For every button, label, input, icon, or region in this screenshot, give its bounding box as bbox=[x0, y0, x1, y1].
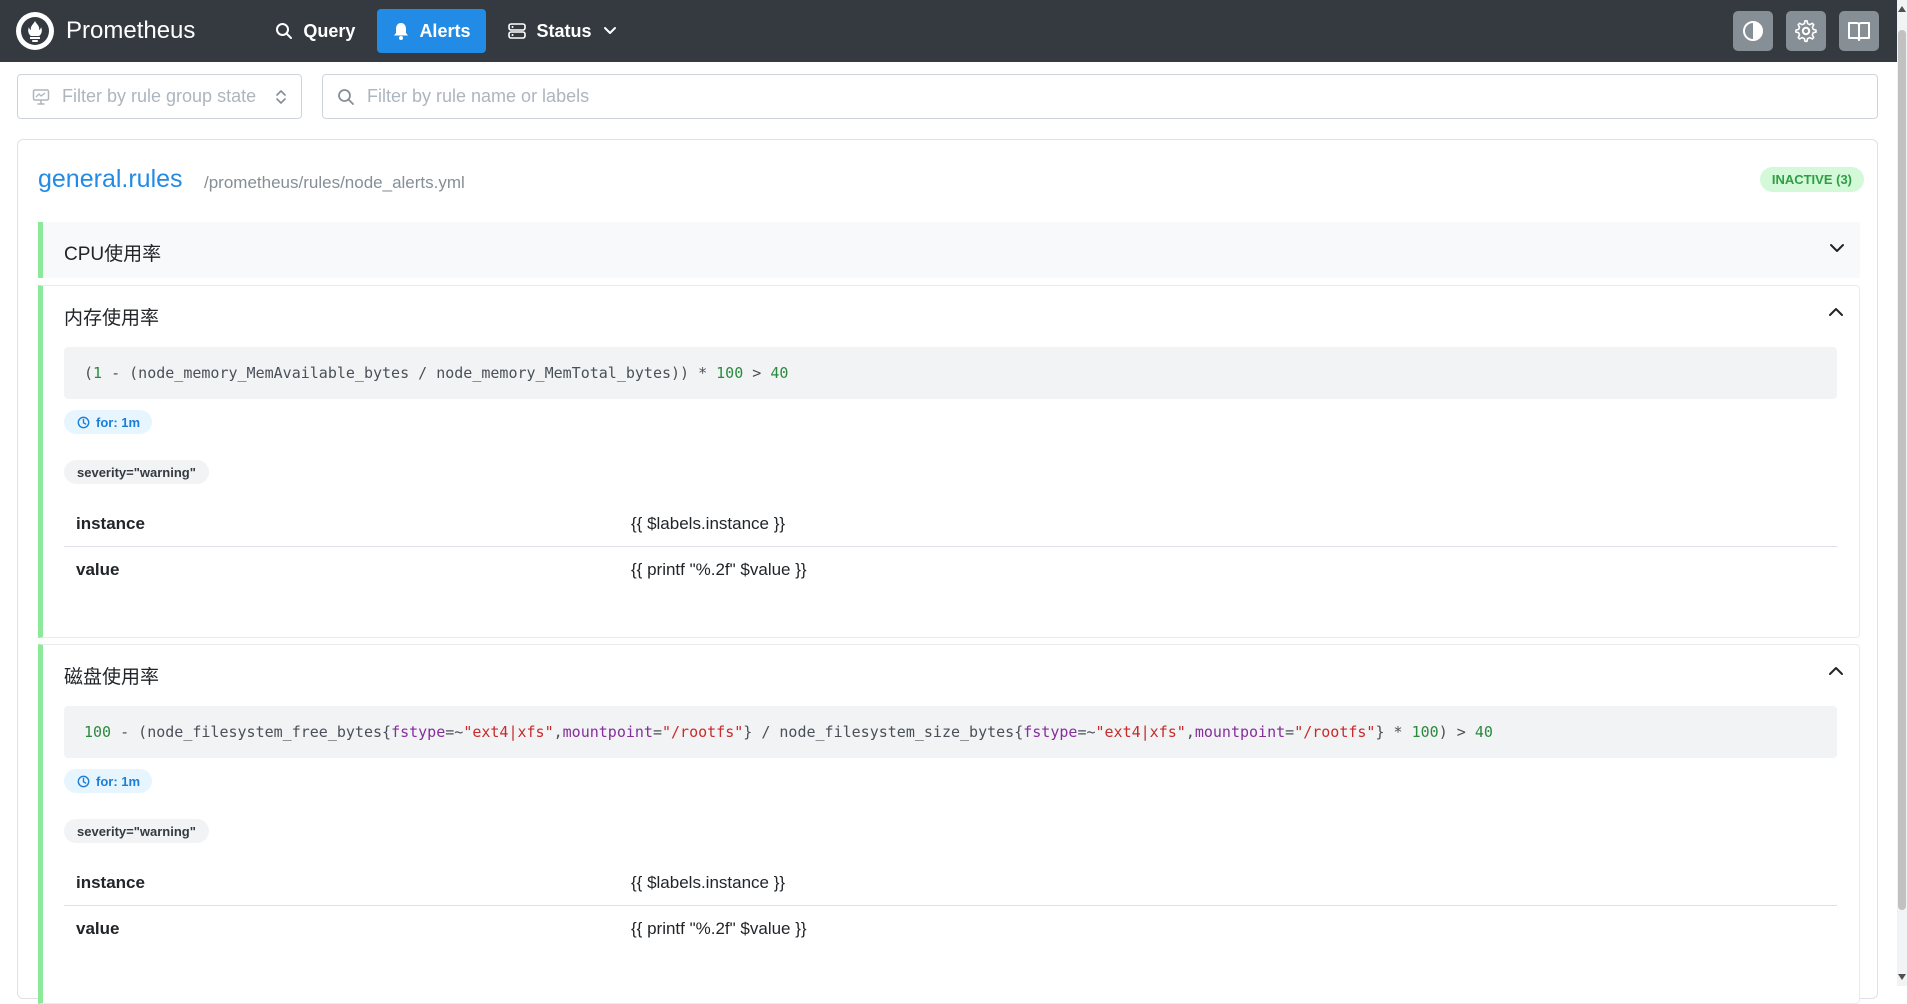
chevron-up-icon[interactable] bbox=[1828, 665, 1844, 677]
rule-item-cpu[interactable]: CPU使用率 bbox=[38, 222, 1860, 278]
for-duration-text: for: 1m bbox=[96, 414, 141, 430]
expr-token: ) > bbox=[1438, 723, 1475, 741]
annotation-key: value bbox=[76, 919, 120, 938]
annotation-row: instance {{ $labels.instance }} bbox=[64, 860, 1837, 906]
rule-group-state-filter[interactable]: Filter by rule group state bbox=[17, 74, 302, 119]
label-badge: severity="warning" bbox=[64, 460, 209, 484]
expr-number: 100 bbox=[84, 723, 112, 741]
expr-number: 40 bbox=[1474, 723, 1493, 741]
expr-number: 100 bbox=[1411, 723, 1439, 741]
rule-name[interactable]: 内存使用率 bbox=[64, 303, 159, 330]
scrollbar-thumb[interactable] bbox=[1898, 30, 1906, 910]
expr-number: 100 bbox=[716, 364, 744, 382]
clock-icon bbox=[77, 775, 90, 787]
rule-item-memory: 内存使用率 (1 - (node_memory_MemAvailable_byt… bbox=[38, 285, 1860, 638]
bell-icon bbox=[394, 23, 409, 40]
main-nav: Query Alerts Status bbox=[259, 9, 633, 53]
top-navbar: Prometheus Query Alerts Status bbox=[0, 0, 1897, 62]
nav-status-label: Status bbox=[536, 20, 592, 41]
expr-token: ( bbox=[84, 364, 94, 382]
annotation-row: instance {{ $labels.instance }} bbox=[64, 501, 1837, 547]
rule-search-input[interactable]: Filter by rule name or labels bbox=[322, 74, 1878, 119]
rule-expression: 100 - (node_filesystem_free_bytes{fstype… bbox=[64, 706, 1837, 758]
annotation-row: value {{ printf "%.2f" $value }} bbox=[64, 547, 1837, 593]
search-icon bbox=[338, 88, 354, 105]
book-icon bbox=[1848, 22, 1870, 41]
header-actions bbox=[1733, 11, 1879, 51]
theme-toggle-icon bbox=[1743, 21, 1763, 41]
rule-name[interactable]: 磁盘使用率 bbox=[64, 662, 159, 689]
expr-label-name: fstype bbox=[1023, 723, 1078, 741]
scroll-down-arrow-icon[interactable] bbox=[1898, 974, 1906, 980]
scroll-up-arrow-icon[interactable] bbox=[1898, 6, 1906, 12]
server-icon bbox=[508, 23, 527, 39]
expr-token: = bbox=[1285, 723, 1295, 741]
theme-toggle-button[interactable] bbox=[1733, 11, 1773, 51]
expr-token: =~ bbox=[1077, 723, 1096, 741]
expr-label-name: mountpoint bbox=[1194, 723, 1286, 741]
annotation-value: {{ $labels.instance }} bbox=[631, 872, 786, 892]
expr-label-name: fstype bbox=[391, 723, 446, 741]
rule-group-state-placeholder: Filter by rule group state bbox=[62, 86, 257, 106]
rule-name: CPU使用率 bbox=[64, 244, 162, 265]
expr-token: , bbox=[1185, 723, 1195, 741]
rule-group-card: general.rules /prometheus/rules/node_ale… bbox=[17, 139, 1878, 1004]
for-duration-badge: for: 1m bbox=[64, 769, 153, 793]
docs-button[interactable] bbox=[1839, 11, 1879, 51]
expr-token: =~ bbox=[445, 723, 464, 741]
brand[interactable]: Prometheus bbox=[16, 12, 195, 50]
page-scrollbar[interactable] bbox=[1897, 0, 1907, 986]
clock-icon bbox=[77, 416, 90, 428]
rule-group-name[interactable]: general.rules bbox=[38, 165, 183, 194]
search-icon bbox=[276, 23, 293, 39]
gear-icon bbox=[1795, 20, 1817, 43]
expr-token: , bbox=[553, 723, 563, 741]
annotation-key: instance bbox=[76, 513, 145, 533]
expr-label-name: mountpoint bbox=[562, 723, 653, 741]
annotation-value: {{ printf "%.2f" $value }} bbox=[631, 919, 807, 938]
expr-token: } * bbox=[1375, 723, 1412, 741]
chevron-up-icon[interactable] bbox=[1828, 306, 1844, 318]
rule-expression: (1 - (node_memory_MemAvailable_bytes / n… bbox=[64, 347, 1837, 399]
chevron-down-icon bbox=[604, 27, 617, 34]
annotation-key: value bbox=[76, 560, 120, 579]
expr-token: > bbox=[743, 364, 771, 382]
expr-string: "ext4|xfs" bbox=[1095, 723, 1186, 741]
annotation-key: instance bbox=[76, 872, 145, 892]
expr-number: 40 bbox=[770, 364, 789, 382]
for-duration-text: for: 1m bbox=[96, 773, 141, 789]
expr-token: } / node_filesystem_size_bytes{ bbox=[743, 723, 1024, 741]
chevron-down-icon[interactable] bbox=[1829, 242, 1845, 254]
expr-string: "ext4|xfs" bbox=[463, 723, 554, 741]
annotation-value: {{ $labels.instance }} bbox=[631, 513, 786, 533]
expr-token: = bbox=[652, 723, 662, 741]
expr-string: "/rootfs" bbox=[662, 723, 744, 741]
annotation-value: {{ printf "%.2f" $value }} bbox=[631, 560, 807, 579]
nav-alerts-label: Alerts bbox=[419, 20, 471, 41]
label-badge: severity="warning" bbox=[64, 819, 209, 843]
expr-token: - (node_memory_MemAvailable_bytes / node… bbox=[102, 364, 717, 382]
nav-status[interactable]: Status bbox=[492, 9, 633, 53]
brand-name: Prometheus bbox=[66, 17, 196, 44]
rule-search-placeholder: Filter by rule name or labels bbox=[367, 86, 590, 106]
prometheus-logo-icon bbox=[16, 12, 54, 50]
for-duration-badge: for: 1m bbox=[64, 410, 153, 434]
selector-updown-icon bbox=[276, 90, 286, 104]
annotation-row: value {{ printf "%.2f" $value }} bbox=[64, 906, 1837, 952]
expr-number: 1 bbox=[93, 364, 103, 382]
settings-button[interactable] bbox=[1786, 11, 1826, 51]
expr-string: "/rootfs" bbox=[1294, 723, 1376, 741]
rule-group-file: /prometheus/rules/node_alerts.yml bbox=[204, 173, 465, 192]
rule-item-disk: 磁盘使用率 100 - (node_filesystem_free_bytes{… bbox=[38, 644, 1860, 1004]
nav-alerts[interactable]: Alerts bbox=[377, 9, 487, 53]
nav-query-label: Query bbox=[303, 20, 356, 41]
monitor-icon bbox=[32, 88, 50, 105]
expr-token: - (node_filesystem_free_bytes{ bbox=[111, 723, 392, 741]
nav-query[interactable]: Query bbox=[259, 9, 371, 53]
rule-group-state-badge: INACTIVE (3) bbox=[1759, 167, 1864, 192]
